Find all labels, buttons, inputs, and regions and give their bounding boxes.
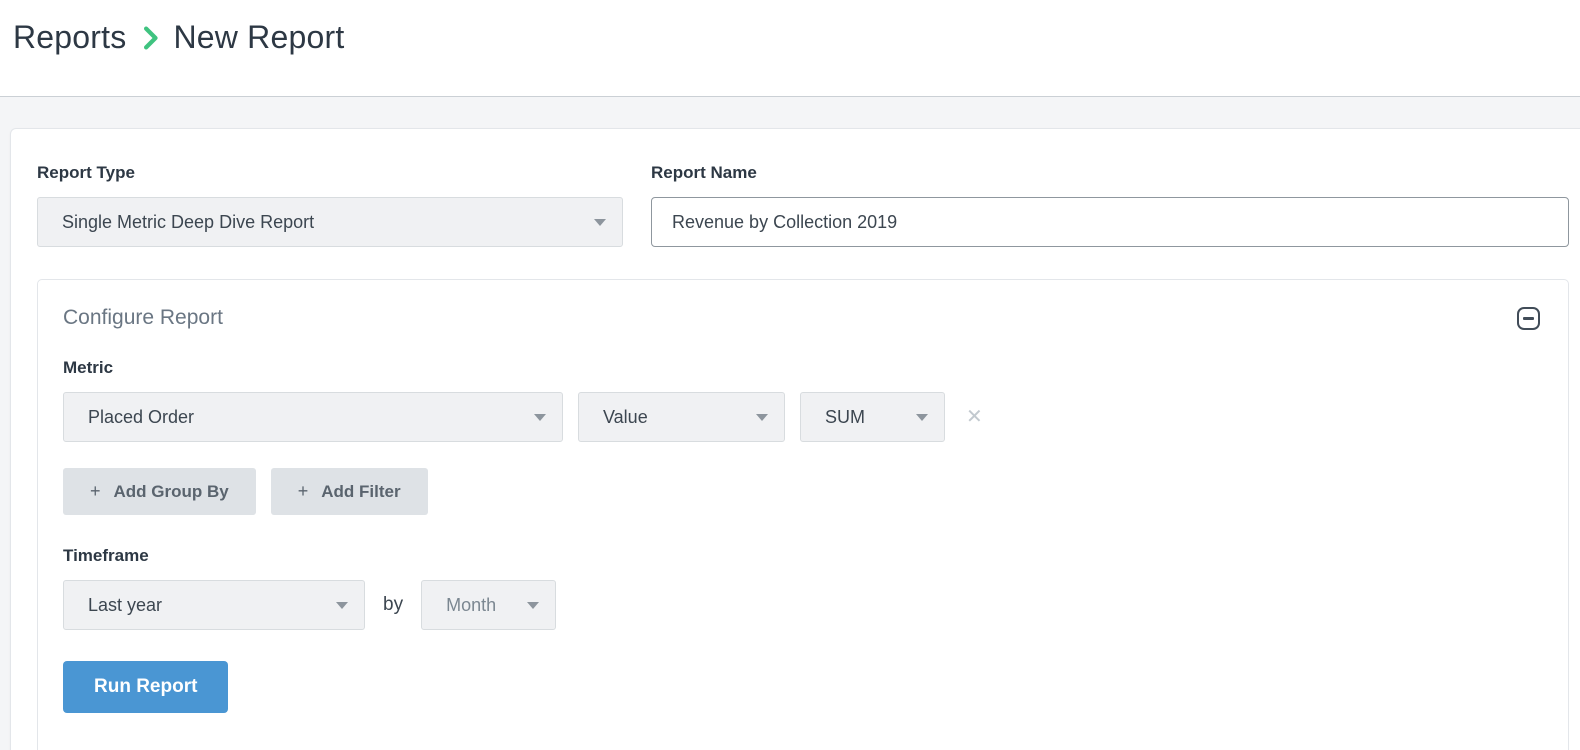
chevron-down-icon (336, 602, 348, 609)
plus-icon: + (298, 481, 309, 502)
breadcrumb: Reports New Report (13, 15, 1580, 59)
section-title: Configure Report (63, 305, 223, 331)
breadcrumb-chevron-icon (143, 25, 158, 51)
add-filter-button[interactable]: + Add Filter (271, 468, 428, 515)
metric-select[interactable]: Placed Order (63, 392, 563, 442)
chevron-down-icon (916, 414, 928, 421)
timeframe-row: Last year by Month (63, 580, 1542, 630)
add-group-by-label: Add Group By (114, 482, 229, 502)
metric-property-selected-value: Value (603, 407, 742, 428)
timeframe-connector-text: by (383, 594, 403, 616)
report-type-select[interactable]: Single Metric Deep Dive Report (37, 197, 623, 247)
configure-report-section: Configure Report Metric Placed Order Val… (37, 279, 1569, 750)
report-type-selected-value: Single Metric Deep Dive Report (62, 212, 580, 233)
timeframe-range-select[interactable]: Last year (63, 580, 365, 630)
metric-aggregation-selected-value: SUM (825, 407, 902, 428)
metric-actions-row: + Add Group By + Add Filter (63, 468, 1542, 515)
breadcrumb-reports-link[interactable]: Reports (13, 15, 126, 59)
add-filter-label: Add Filter (321, 482, 400, 502)
metric-selected-value: Placed Order (88, 407, 520, 428)
chevron-down-icon (527, 602, 539, 609)
collapse-section-button[interactable] (1517, 307, 1540, 330)
add-group-by-button[interactable]: + Add Group By (63, 468, 256, 515)
metric-label: Metric (63, 358, 1542, 378)
minus-icon (1523, 317, 1534, 320)
report-name-input[interactable] (651, 197, 1569, 247)
remove-metric-icon[interactable]: ✕ (966, 407, 983, 427)
chevron-down-icon (756, 414, 768, 421)
metric-row: Placed Order Value SUM ✕ (63, 392, 1542, 442)
plus-icon: + (90, 481, 101, 502)
report-type-field: Report Type Single Metric Deep Dive Repo… (37, 163, 623, 247)
metric-property-select[interactable]: Value (578, 392, 785, 442)
timeframe-interval-selected-value: Month (446, 595, 513, 616)
new-report-card: Report Type Single Metric Deep Dive Repo… (10, 128, 1580, 750)
run-report-button[interactable]: Run Report (63, 661, 228, 713)
timeframe-label: Timeframe (63, 546, 1542, 566)
configure-report-header: Configure Report (63, 305, 1542, 331)
report-name-field: Report Name (651, 163, 1569, 247)
top-bar: Reports New Report (0, 0, 1580, 97)
report-meta-row: Report Type Single Metric Deep Dive Repo… (37, 163, 1569, 247)
chevron-down-icon (594, 219, 606, 226)
report-type-label: Report Type (37, 163, 623, 183)
metric-aggregation-select[interactable]: SUM (800, 392, 945, 442)
timeframe-range-selected-value: Last year (88, 595, 322, 616)
breadcrumb-current-page: New Report (173, 15, 344, 59)
chevron-down-icon (534, 414, 546, 421)
report-name-label: Report Name (651, 163, 1569, 183)
timeframe-interval-select[interactable]: Month (421, 580, 556, 630)
